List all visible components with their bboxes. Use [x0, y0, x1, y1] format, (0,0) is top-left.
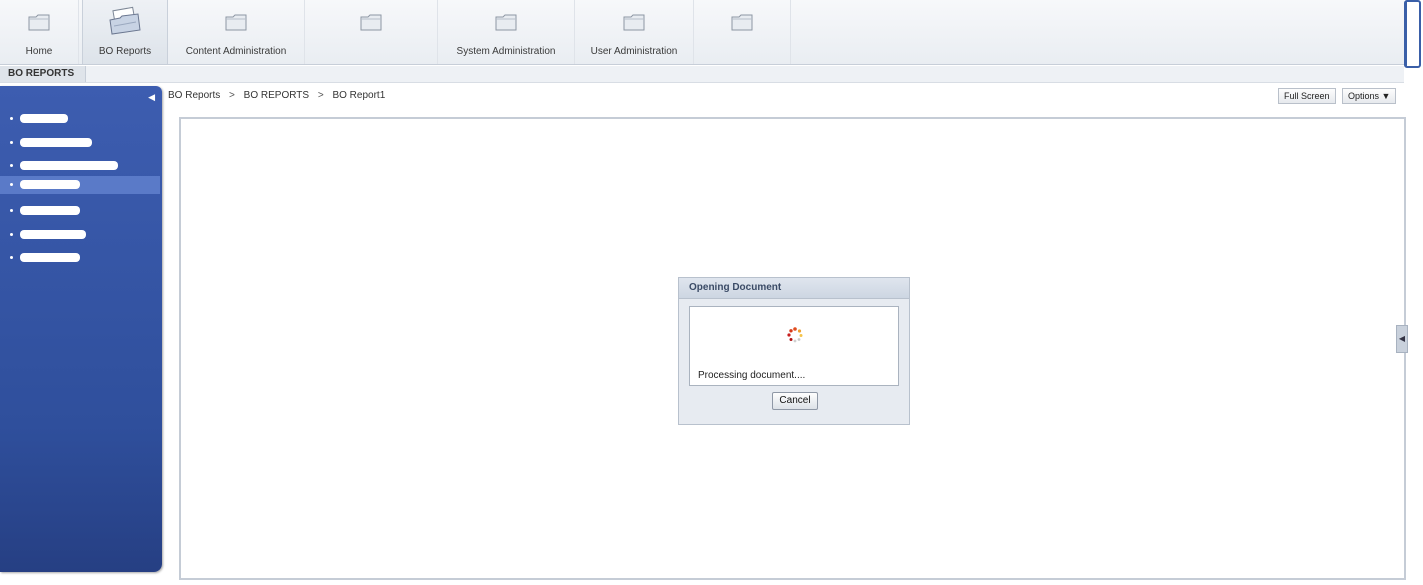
opening-document-dialog: Opening Document Processing document....…: [678, 277, 910, 425]
full-screen-button[interactable]: Full Screen: [1278, 88, 1336, 104]
folder-icon: [27, 12, 51, 32]
breadcrumb: BO Reports > BO REPORTS > BO Report1: [168, 90, 391, 101]
bullet-icon: [10, 183, 13, 186]
breadcrumb-item[interactable]: BO Reports: [168, 90, 220, 101]
cancel-button[interactable]: Cancel: [772, 392, 818, 410]
tab-system-administration[interactable]: System Administration: [438, 0, 575, 64]
sidebar-item-selected[interactable]: [0, 176, 160, 194]
redacted-text: [20, 206, 80, 215]
processing-status: Processing document....: [698, 370, 806, 381]
breadcrumb-separator: >: [317, 90, 324, 101]
folder-icon: [730, 12, 754, 32]
tab-label: User Administration: [590, 46, 678, 57]
sidebar-item-redacted[interactable]: [0, 249, 160, 267]
redacted-text: [20, 138, 92, 147]
folder-icon: [494, 12, 518, 32]
bullet-icon: [10, 256, 13, 259]
folder-icon: [622, 12, 646, 32]
tab-home[interactable]: Home: [0, 0, 79, 64]
sidebar-item-redacted[interactable]: [0, 226, 160, 244]
sidebar: ◀: [0, 86, 162, 572]
breadcrumb-item[interactable]: BO REPORTS: [244, 90, 309, 101]
breadcrumb-item-current: BO Report1: [332, 90, 386, 101]
bullet-icon: [10, 209, 13, 212]
folder-icon: [359, 12, 383, 32]
tab-content-administration[interactable]: Content Administration: [168, 0, 305, 64]
bullet-icon: [10, 164, 13, 167]
options-button[interactable]: Options ▼: [1342, 88, 1397, 104]
tab-unlabeled-2[interactable]: [694, 0, 791, 64]
dialog-body: Processing document....: [689, 306, 899, 386]
redacted-text: [20, 180, 80, 189]
expand-panel-icon[interactable]: ◀: [1396, 325, 1408, 353]
bullet-icon: [10, 233, 13, 236]
sidebar-item-redacted[interactable]: [0, 134, 160, 152]
sidebar-item-redacted[interactable]: [0, 202, 160, 220]
window-edge-frame: [1404, 0, 1421, 68]
sidebar-item-redacted[interactable]: [0, 157, 160, 175]
redacted-text: [20, 230, 86, 239]
redacted-text: [20, 253, 80, 262]
redacted-text: [20, 114, 68, 123]
tab-unlabeled-1[interactable]: [305, 0, 438, 64]
bullet-icon: [10, 141, 13, 144]
dialog-title: Opening Document: [679, 278, 909, 299]
reports-icon: [108, 6, 142, 35]
tab-label: BO Reports: [98, 46, 152, 57]
tab-bo-reports[interactable]: BO Reports: [82, 0, 168, 64]
top-navigation-bar: Home BO Reports Content Administration S…: [0, 0, 1404, 65]
tab-label: Content Administration: [185, 46, 287, 57]
section-strip: BO REPORTS: [0, 66, 1404, 83]
folder-icon: [224, 12, 248, 32]
redacted-text: [20, 161, 118, 170]
tab-label: System Administration: [456, 46, 556, 57]
loading-spinner-icon: [787, 327, 803, 343]
bullet-icon: [10, 117, 13, 120]
section-title[interactable]: BO REPORTS: [0, 66, 86, 82]
sidebar-item-redacted[interactable]: [0, 110, 160, 128]
breadcrumb-separator: >: [229, 90, 235, 101]
collapse-left-icon[interactable]: ◀: [148, 92, 155, 103]
tab-label: Home: [25, 46, 53, 57]
tab-user-administration[interactable]: User Administration: [575, 0, 694, 64]
